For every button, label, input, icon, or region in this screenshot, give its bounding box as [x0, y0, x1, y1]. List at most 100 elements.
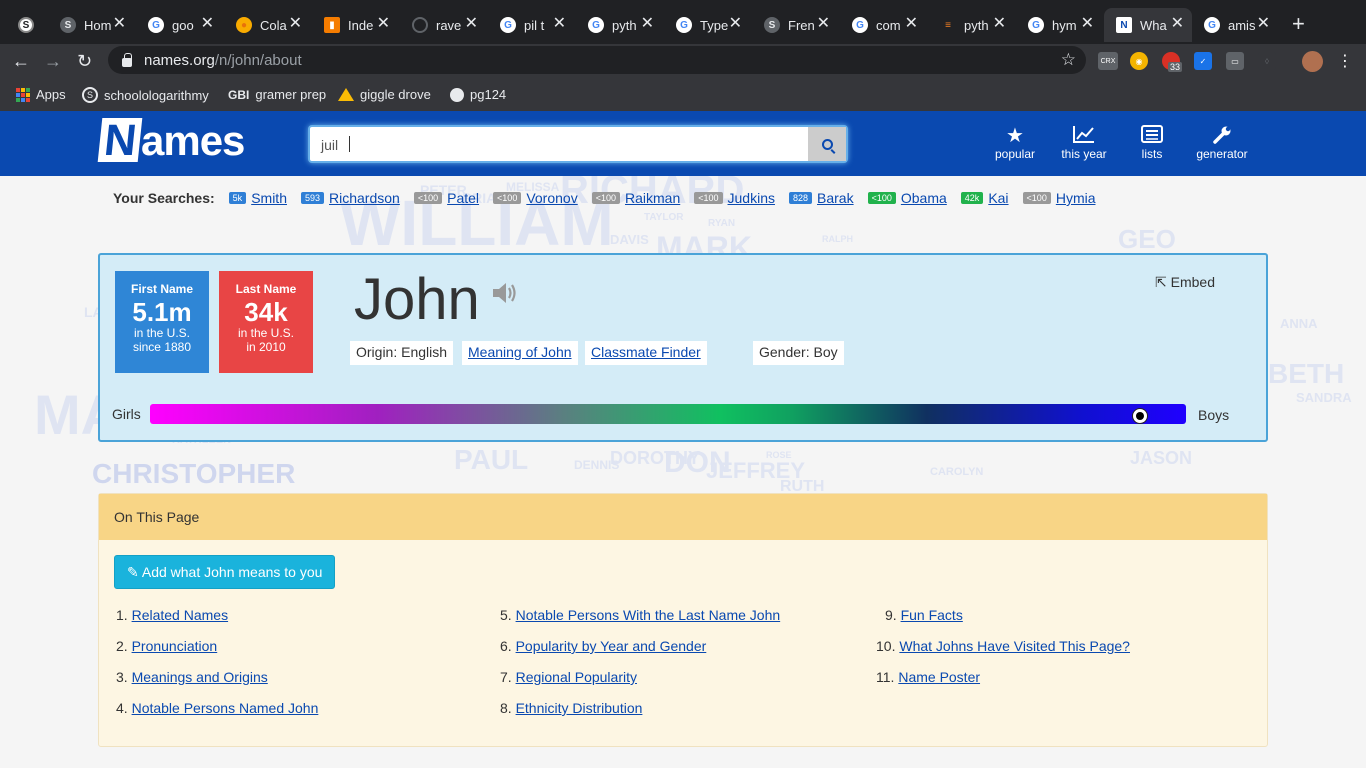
toc-link[interactable]: Ethnicity Distribution	[516, 700, 643, 716]
search-button[interactable]	[808, 127, 846, 161]
bookmark-pg124[interactable]: pg124	[450, 87, 506, 102]
toc-item: 11. Name Poster	[876, 669, 981, 685]
tab-9[interactable]: S Fren ✕	[752, 8, 838, 42]
search-chip: 42k Kai	[960, 190, 1009, 206]
add-meaning-button[interactable]: ✎ Add what John means to you	[114, 555, 336, 589]
grayed-extension-icon[interactable]: ◊	[1258, 52, 1276, 70]
tab-12[interactable]: G hym ✕	[1016, 8, 1102, 42]
schoology-icon: S	[764, 17, 780, 33]
close-icon[interactable]: ✕	[729, 16, 742, 32]
toc-link[interactable]: Notable Persons With the Last Name John	[516, 607, 781, 623]
search-name-link[interactable]: Kai	[988, 190, 1008, 206]
toc-link[interactable]: Related Names	[132, 607, 229, 623]
check-extension-icon[interactable]: ✓	[1194, 52, 1212, 70]
bg-name: GEO	[1118, 224, 1176, 254]
search-name-link[interactable]: Judkins	[728, 190, 775, 206]
nav-lists[interactable]: lists	[1138, 125, 1166, 161]
profile-avatar[interactable]	[1302, 51, 1323, 72]
close-icon[interactable]: ✕	[993, 16, 1006, 32]
tab-5[interactable]: rave ✕	[400, 8, 486, 42]
google-icon: G	[1204, 17, 1220, 33]
classmate-finder-link[interactable]: Classmate Finder	[591, 344, 701, 360]
meaning-link[interactable]: Meaning of John	[468, 344, 572, 360]
menu-kebab-icon[interactable]: ⋮	[1336, 52, 1354, 70]
owl-extension-icon[interactable]: ◉	[1130, 52, 1148, 70]
search-chips: 5k Smith 593 Richardson <100 Patel <100 Voronov…	[228, 190, 1110, 206]
toc-item: 5. Notable Persons With the Last Name Jo…	[500, 607, 781, 623]
reload-icon[interactable]: ↻	[77, 51, 92, 71]
close-icon[interactable]: ✕	[641, 16, 654, 32]
tab-11[interactable]: ≡ pyth ✕	[928, 8, 1014, 42]
close-icon[interactable]: ✕	[553, 16, 566, 32]
speaker-icon[interactable]	[492, 281, 520, 310]
tab-2[interactable]: G goo ✕	[136, 8, 222, 42]
close-icon[interactable]: ✕	[1171, 16, 1184, 32]
close-icon[interactable]: ✕	[377, 16, 390, 32]
nav-this-year[interactable]: this year	[1058, 125, 1110, 161]
nav-popular[interactable]: ★ popular	[993, 125, 1037, 161]
new-tab-plus-icon[interactable]: +	[1292, 13, 1305, 35]
toc-link[interactable]: Name Poster	[898, 669, 980, 685]
toc-link[interactable]: Regional Popularity	[516, 669, 637, 685]
schoology-icon: S	[18, 17, 34, 33]
search-input[interactable]: juil	[321, 137, 338, 153]
search-name-link[interactable]: Raikman	[625, 190, 680, 206]
schoology-icon: S	[82, 87, 98, 103]
nav-generator[interactable]: generator	[1193, 125, 1251, 161]
search-name-link[interactable]: Hymia	[1056, 190, 1096, 206]
url-text: names.org/n/john/about	[144, 51, 302, 69]
toc-link[interactable]: Popularity by Year and Gender	[516, 638, 707, 654]
forward-arrow-icon[interactable]: →	[44, 51, 62, 71]
search-name-link[interactable]: Obama	[901, 190, 947, 206]
tab-8[interactable]: G Type ✕	[664, 8, 750, 42]
bookmark-star-icon[interactable]: ☆	[1061, 50, 1076, 70]
bookmarks-bar: Apps S schoolologarithmy GBI gramer prep…	[0, 79, 1366, 111]
search-name-link[interactable]: Voronov	[526, 190, 577, 206]
bookmark-giggle-drove[interactable]: giggle drove	[338, 87, 431, 102]
close-icon[interactable]: ✕	[289, 16, 302, 32]
tab-4[interactable]: ▮ Inde ✕	[312, 8, 398, 42]
toc-link[interactable]: Fun Facts	[901, 607, 963, 623]
name-search-box[interactable]: juil	[308, 125, 848, 163]
bookmark-apps[interactable]: Apps	[16, 87, 66, 102]
search-name-link[interactable]: Patel	[447, 190, 479, 206]
tab-13-active[interactable]: N Wha ✕	[1104, 8, 1192, 42]
briefcase-extension-icon[interactable]: ▭	[1226, 52, 1244, 70]
tab-6[interactable]: G pil t ✕	[488, 8, 574, 42]
your-searches-bar: Your Searches: 5k Smith 593 Richardson <100 P…	[113, 190, 1110, 206]
search-name-link[interactable]: Barak	[817, 190, 854, 206]
close-icon[interactable]: ✕	[1257, 16, 1270, 32]
toc-item: 1. Related Names	[116, 607, 229, 623]
google-icon: G	[148, 17, 164, 33]
toc-link[interactable]: Notable Persons Named John	[132, 700, 319, 716]
github-icon	[412, 17, 428, 33]
tab-14[interactable]: G amis ✕	[1192, 8, 1278, 42]
search-name-link[interactable]: Richardson	[329, 190, 400, 206]
close-icon[interactable]: ✕	[465, 16, 478, 32]
bookmark-gramer-prep[interactable]: GBI gramer prep	[228, 87, 326, 102]
search-name-link[interactable]: Smith	[251, 190, 287, 206]
tab-0[interactable]: S	[0, 8, 40, 42]
toc-link[interactable]: Meanings and Origins	[132, 669, 268, 685]
names-org-logo[interactable]: Names .org	[97, 116, 245, 187]
close-icon[interactable]: ✕	[1081, 16, 1094, 32]
address-bar[interactable]: names.org/n/john/about ☆	[108, 46, 1086, 74]
close-icon[interactable]: ✕	[905, 16, 918, 32]
back-arrow-icon[interactable]: ←	[12, 51, 30, 71]
gender-scale: Girls Boys	[110, 402, 1260, 428]
tab-10[interactable]: G com ✕	[840, 8, 926, 42]
close-icon[interactable]: ✕	[817, 16, 830, 32]
close-icon[interactable]: ✕	[201, 16, 214, 32]
bookmark-schoology[interactable]: S schoolologarithmy	[82, 87, 209, 103]
google-icon: G	[1028, 17, 1044, 33]
close-icon[interactable]: ✕	[113, 16, 126, 32]
toc-link[interactable]: What Johns Have Visited This Page?	[899, 638, 1130, 654]
globe-icon	[450, 87, 464, 102]
embed-button[interactable]: ⇱ Embed	[1155, 274, 1215, 291]
bg-name: CAROLYN	[930, 466, 984, 478]
tab-3[interactable]: ● Cola ✕	[224, 8, 310, 42]
tab-1[interactable]: S Hom ✕	[48, 8, 134, 42]
toc-link[interactable]: Pronunciation	[132, 638, 218, 654]
crx-extension-icon[interactable]: CRX	[1098, 52, 1118, 70]
tab-7[interactable]: G pyth ✕	[576, 8, 662, 42]
